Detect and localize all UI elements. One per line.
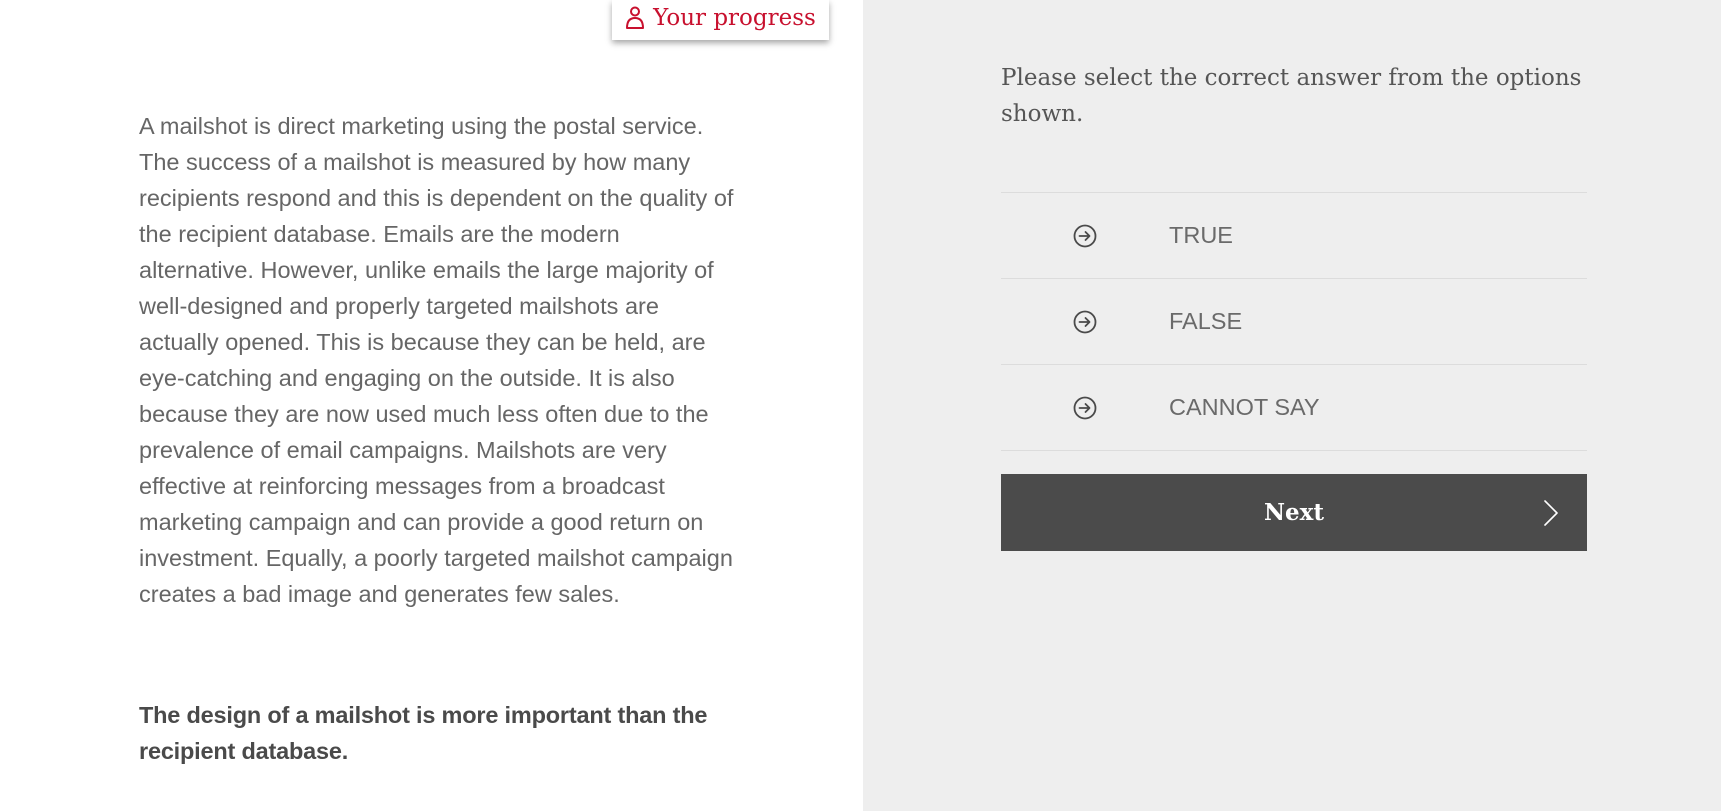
question-instruction: Please select the correct answer from th…	[1001, 65, 1582, 127]
chevron-right-icon	[1543, 500, 1559, 526]
user-icon	[625, 6, 645, 30]
option-false[interactable]: FALSE	[1001, 279, 1587, 365]
arrow-circle-right-icon	[1073, 396, 1097, 420]
your-progress-button[interactable]: Your progress	[612, 0, 829, 40]
next-button[interactable]: Next	[1001, 474, 1587, 551]
statement-text: The design of a mailshot is more importa…	[139, 702, 708, 764]
passage-panel: A mailshot is direct marketing using the…	[0, 0, 863, 811]
option-cannot-say[interactable]: CANNOT SAY	[1001, 365, 1587, 451]
option-label: FALSE	[1169, 308, 1243, 334]
arrow-circle-right-icon	[1073, 224, 1097, 248]
passage-text: A mailshot is direct marketing using the…	[139, 113, 734, 607]
option-label: TRUE	[1169, 222, 1233, 248]
arrow-circle-right-icon	[1073, 310, 1097, 334]
option-true[interactable]: TRUE	[1001, 193, 1587, 279]
next-button-label: Next	[1264, 499, 1324, 526]
answer-options: TRUE FALSE CANNOT SAY	[1001, 192, 1587, 451]
option-label: CANNOT SAY	[1169, 394, 1320, 420]
your-progress-label: Your progress	[653, 5, 816, 31]
